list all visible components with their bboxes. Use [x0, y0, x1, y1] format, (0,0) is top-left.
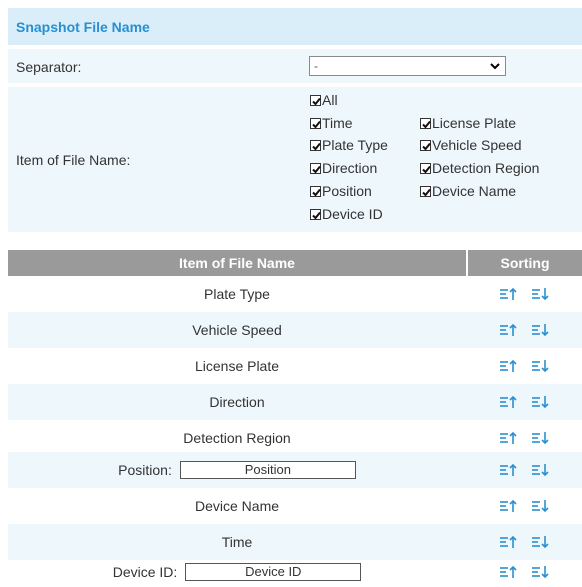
checkbox-detection-region-label: Detection Region	[432, 160, 540, 176]
sort-down-icon[interactable]	[531, 463, 549, 477]
checkbox-device-name[interactable]: Device Name	[420, 182, 516, 200]
checkbox-device-name-label: Device Name	[432, 183, 517, 199]
section-title: Snapshot File Name	[8, 8, 582, 45]
table-row: Time	[8, 524, 582, 560]
sort-up-icon[interactable]	[499, 359, 517, 373]
checkbox-all[interactable]: All	[310, 91, 338, 109]
checkbox-device-id-label: Device ID	[322, 206, 383, 222]
checkmark-icon	[310, 94, 321, 106]
separator-label: Separator:	[16, 59, 82, 75]
row-label: Time	[221, 534, 253, 550]
sort-up-icon[interactable]	[499, 499, 517, 513]
separator-value: -	[314, 59, 318, 73]
checkmark-icon	[310, 185, 321, 197]
sort-down-icon[interactable]	[531, 287, 549, 301]
checkmark-icon	[420, 139, 431, 151]
separator-row: Separator: -	[8, 49, 582, 83]
checkmark-icon	[310, 162, 321, 174]
sort-down-icon[interactable]	[531, 359, 549, 373]
sort-down-icon[interactable]	[531, 499, 549, 513]
checkbox-vehicle-speed[interactable]: Vehicle Speed	[420, 136, 522, 154]
device-id-text-input[interactable]: Device ID	[185, 562, 362, 581]
checkbox-device-id[interactable]: Device ID	[310, 205, 383, 223]
row-label: Detection Region	[183, 430, 291, 446]
sort-up-icon[interactable]	[499, 431, 517, 445]
table-row: Vehicle Speed	[8, 312, 582, 348]
checkmark-icon	[310, 117, 321, 129]
table-row: Plate Type	[8, 276, 582, 312]
checkbox-license-plate[interactable]: License Plate	[420, 114, 516, 132]
checkmark-icon	[310, 139, 321, 151]
checkbox-time[interactable]: Time	[310, 114, 353, 132]
checkbox-plate-type-label: Plate Type	[322, 137, 388, 153]
row-label: Plate Type	[204, 286, 270, 302]
column-header-item: Item of File Name	[179, 255, 295, 271]
checkmark-icon	[420, 117, 431, 129]
checkbox-position[interactable]: Position	[310, 182, 372, 200]
row-label: License Plate	[194, 358, 280, 374]
checkbox-direction-label: Direction	[322, 160, 378, 176]
sort-down-icon[interactable]	[531, 323, 549, 337]
checkbox-plate-type[interactable]: Plate Type	[310, 136, 388, 154]
row-label: Vehicle Speed	[192, 322, 282, 338]
table-row: Position: Position	[8, 452, 582, 488]
sort-up-icon[interactable]	[499, 323, 517, 337]
checkmark-icon	[420, 162, 431, 174]
table-row: Detection Region	[8, 420, 582, 456]
table-row: Device ID: Device ID	[8, 556, 582, 587]
sort-up-icon[interactable]	[499, 395, 517, 409]
separator-select[interactable]: -	[309, 56, 506, 76]
checkbox-time-label: Time	[322, 115, 353, 131]
table-row: Device Name	[8, 488, 582, 524]
checkbox-detection-region[interactable]: Detection Region	[420, 159, 539, 177]
sort-up-icon[interactable]	[499, 463, 517, 477]
table-row: License Plate	[8, 348, 582, 384]
checkbox-license-plate-label: License Plate	[432, 115, 517, 131]
row-label: Device ID:	[112, 563, 178, 580]
section-title-text: Snapshot File Name	[16, 18, 150, 35]
checkmark-icon	[420, 185, 431, 197]
position-text-input[interactable]: Position	[179, 461, 356, 479]
sort-up-icon[interactable]	[499, 535, 517, 549]
column-header-sorting: Sorting	[500, 255, 550, 271]
sort-down-icon[interactable]	[531, 565, 549, 579]
checkbox-position-label: Position	[322, 183, 372, 199]
row-label: Device Name	[194, 498, 280, 514]
table-row: Direction	[8, 384, 582, 420]
checkbox-direction[interactable]: Direction	[310, 159, 377, 177]
sort-down-icon[interactable]	[531, 395, 549, 409]
row-label: Direction	[209, 394, 265, 410]
checkmark-icon	[310, 208, 321, 220]
sort-down-icon[interactable]	[531, 535, 549, 549]
items-label: Item of File Name:	[16, 152, 131, 168]
chevron-down-icon	[490, 63, 500, 70]
row-label: Position:	[118, 462, 172, 478]
table-header: Item of File Name Sorting	[8, 250, 582, 276]
checkbox-all-label: All	[322, 92, 338, 108]
file-name-items-row: Item of File Name: All Time License Plat…	[8, 87, 582, 232]
checkbox-vehicle-speed-label: Vehicle Speed	[432, 137, 522, 153]
sort-down-icon[interactable]	[531, 431, 549, 445]
sort-up-icon[interactable]	[499, 565, 517, 579]
sort-up-icon[interactable]	[499, 287, 517, 301]
